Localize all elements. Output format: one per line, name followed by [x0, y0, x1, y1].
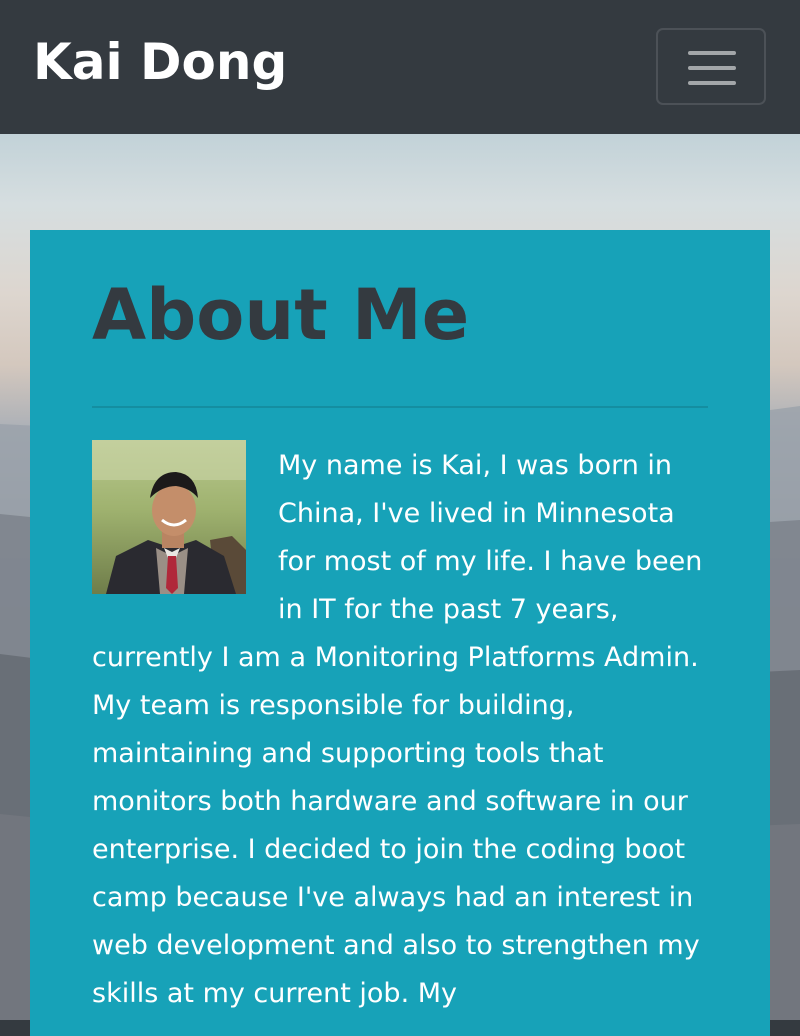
brand-link[interactable]: Kai Dong	[33, 30, 287, 94]
bio-text-block: My name is Kai, I was born in China, I'v…	[92, 440, 708, 1018]
title-divider	[92, 406, 708, 408]
about-title: About Me	[92, 274, 470, 356]
profile-photo	[92, 440, 246, 594]
menu-toggle-button[interactable]	[656, 28, 766, 105]
navbar: Kai Dong	[0, 0, 800, 134]
about-card: About Me My name is Kai, I was born in C…	[30, 230, 770, 1036]
